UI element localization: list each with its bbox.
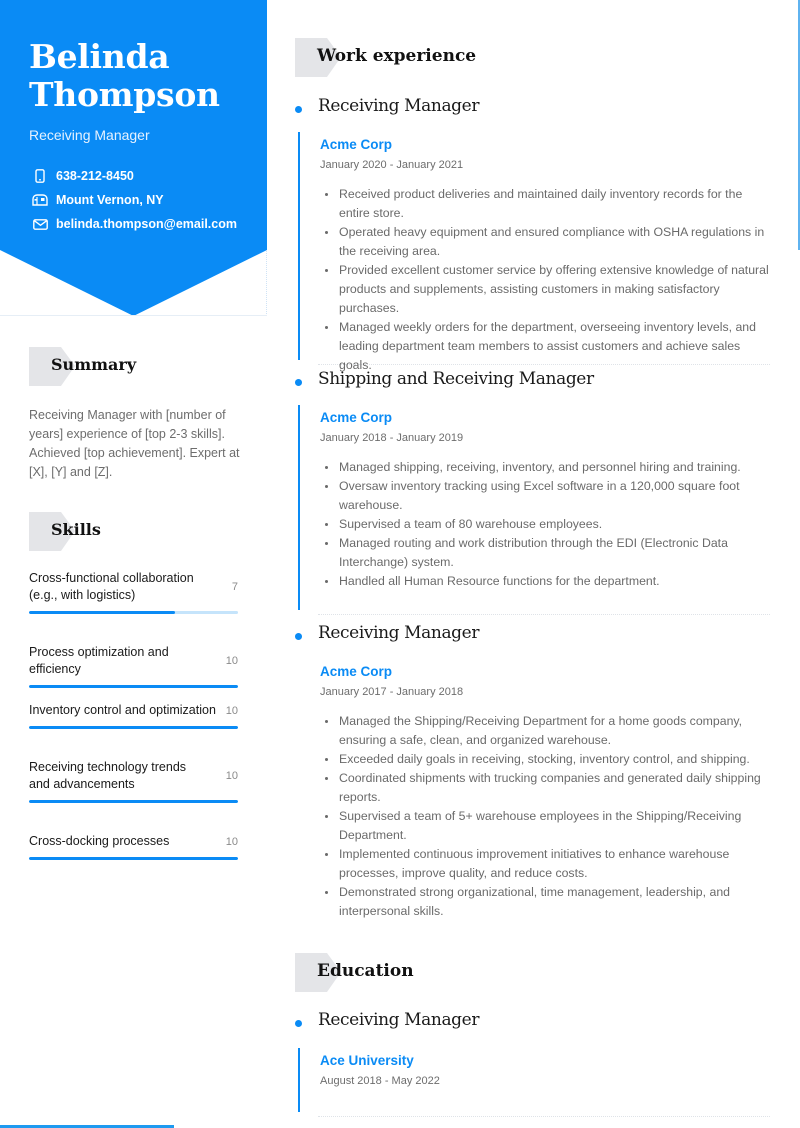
banner-divider <box>0 315 267 316</box>
job-bullet: Provided excellent customer service by o… <box>320 261 770 318</box>
skill-item: Inventory control and optimization 10 <box>29 702 238 759</box>
job-bullet: Coordinated shipments with trucking comp… <box>320 769 770 807</box>
entry-divider <box>318 614 770 615</box>
job-bullet: Demonstrated strong organizational, time… <box>320 883 770 921</box>
education-dates: August 2018 - May 2022 <box>320 1075 440 1087</box>
phone-number: 638-212-8450 <box>56 169 134 183</box>
skill-bar-fill <box>29 726 238 729</box>
entry-body: Acme Corp January 2018 - January 2019 Ma… <box>298 405 770 610</box>
job-bullet: Operated heavy equipment and ensured com… <box>320 223 770 261</box>
skill-level: 7 <box>231 581 238 593</box>
skill-bar-fill <box>29 611 176 614</box>
job-title: Shipping and Receiving Manager <box>318 369 594 389</box>
company-name: Acme Corp <box>320 664 393 679</box>
job-bullet: Oversaw inventory tracking using Excel s… <box>320 477 770 515</box>
skill-item: Cross-docking processes 10 <box>29 833 238 860</box>
skill-bar-fill <box>29 800 238 803</box>
skill-item: Receiving technology trends and advancem… <box>29 759 238 833</box>
right-column: Work experience Receiving Manager Acme C… <box>295 0 800 1128</box>
skill-level: 10 <box>225 770 238 782</box>
skill-name: Receiving technology trends and advancem… <box>29 760 187 791</box>
education-entry: Receiving Manager Ace University August … <box>295 1010 770 1117</box>
job-bullet: Exceeded daily goals in receiving, stock… <box>320 750 770 769</box>
skill-name: Inventory control and optimization <box>29 703 216 717</box>
work-experience-title: Work experience <box>317 46 477 66</box>
entry-body: Acme Corp January 2017 - January 2018 Ma… <box>298 659 770 921</box>
mailbox-icon <box>31 192 49 208</box>
candidate-name: Belinda Thompson <box>29 37 220 114</box>
skill-bar <box>29 611 238 614</box>
skill-item: Cross-functional collaboration (e.g., wi… <box>29 570 238 644</box>
school-name: Ace University <box>320 1053 414 1068</box>
job-bullet: Managed the Shipping/Receiving Departmen… <box>320 712 770 750</box>
timeline-dot <box>295 379 302 386</box>
timeline-dot <box>295 1020 302 1027</box>
skill-bar <box>29 726 238 729</box>
job-bullets: Managed the Shipping/Receiving Departmen… <box>320 712 770 921</box>
work-entry: Receiving Manager Acme Corp January 2020… <box>295 96 770 372</box>
skill-level: 10 <box>225 835 238 848</box>
summary-text: Receiving Manager with [number of years]… <box>29 408 240 479</box>
job-title: Receiving Manager <box>318 96 480 116</box>
education-title: Education <box>317 961 414 981</box>
phone-icon <box>31 168 49 184</box>
candidate-role: Receiving Manager <box>29 127 150 143</box>
contact-phone[interactable]: 638-212-8450 <box>31 164 237 188</box>
job-bullet: Managed weekly orders for the department… <box>320 318 770 375</box>
job-dates: January 2018 - January 2019 <box>320 432 464 444</box>
work-entry: Shipping and Receiving Manager Acme Corp… <box>295 369 770 615</box>
company-name: Acme Corp <box>320 410 393 425</box>
contact-email[interactable]: belinda.thompson@email.com <box>31 212 237 236</box>
skill-name: Cross-functional collaboration (e.g., wi… <box>29 571 194 602</box>
skills-title: Skills <box>51 520 101 539</box>
skill-bar <box>29 857 238 860</box>
email-address: belinda.thompson@email.com <box>56 217 237 231</box>
job-bullets: Managed shipping, receiving, inventory, … <box>320 458 770 591</box>
skill-bar-fill <box>29 857 238 860</box>
skill-bar <box>29 800 238 803</box>
location: Mount Vernon, NY <box>56 193 164 207</box>
skill-name: Cross-docking processes <box>29 834 170 848</box>
summary-title: Summary <box>51 355 137 374</box>
job-bullet: Received product deliveries and maintain… <box>320 185 770 223</box>
job-bullets: Received product deliveries and maintain… <box>320 185 770 375</box>
job-title: Receiving Manager <box>318 623 480 643</box>
banner-edge <box>266 250 267 316</box>
degree-title: Receiving Manager <box>318 1010 480 1030</box>
job-bullet: Supervised a team of 80 warehouse employ… <box>320 515 770 534</box>
job-bullet: Handled all Human Resource functions for… <box>320 572 770 591</box>
job-bullet: Supervised a team of 5+ warehouse employ… <box>320 807 770 845</box>
skill-bar-fill <box>29 685 238 688</box>
company-name: Acme Corp <box>320 137 393 152</box>
work-entry: Receiving Manager Acme Corp January 2017… <box>295 623 770 921</box>
skills-list: Cross-functional collaboration (e.g., wi… <box>29 570 238 860</box>
timeline-dot <box>295 633 302 640</box>
contact-list: 638-212-8450 Mount Vernon, NY belinda.th… <box>31 164 237 236</box>
skill-level: 10 <box>225 704 238 717</box>
skill-item: Process optimization and efficiency 10 <box>29 644 238 702</box>
job-bullet: Managed shipping, receiving, inventory, … <box>320 458 770 477</box>
left-column: Belinda Thompson Receiving Manager 638-2… <box>0 0 267 1128</box>
job-bullet: Implemented continuous improvement initi… <box>320 845 770 883</box>
skill-bar <box>29 685 238 688</box>
skill-level: 10 <box>225 655 238 667</box>
job-dates: January 2017 - January 2018 <box>320 686 464 698</box>
job-dates: January 2020 - January 2021 <box>320 159 464 171</box>
entry-body: Ace University August 2018 - May 2022 <box>298 1048 770 1112</box>
entry-divider <box>318 1116 770 1117</box>
skill-name: Process optimization and efficiency <box>29 645 169 676</box>
entry-body: Acme Corp January 2020 - January 2021 Re… <box>298 132 770 372</box>
contact-location: Mount Vernon, NY <box>31 188 237 212</box>
envelope-icon <box>31 216 49 232</box>
timeline-dot <box>295 106 302 113</box>
job-bullet: Managed routing and work distribution th… <box>320 534 770 572</box>
